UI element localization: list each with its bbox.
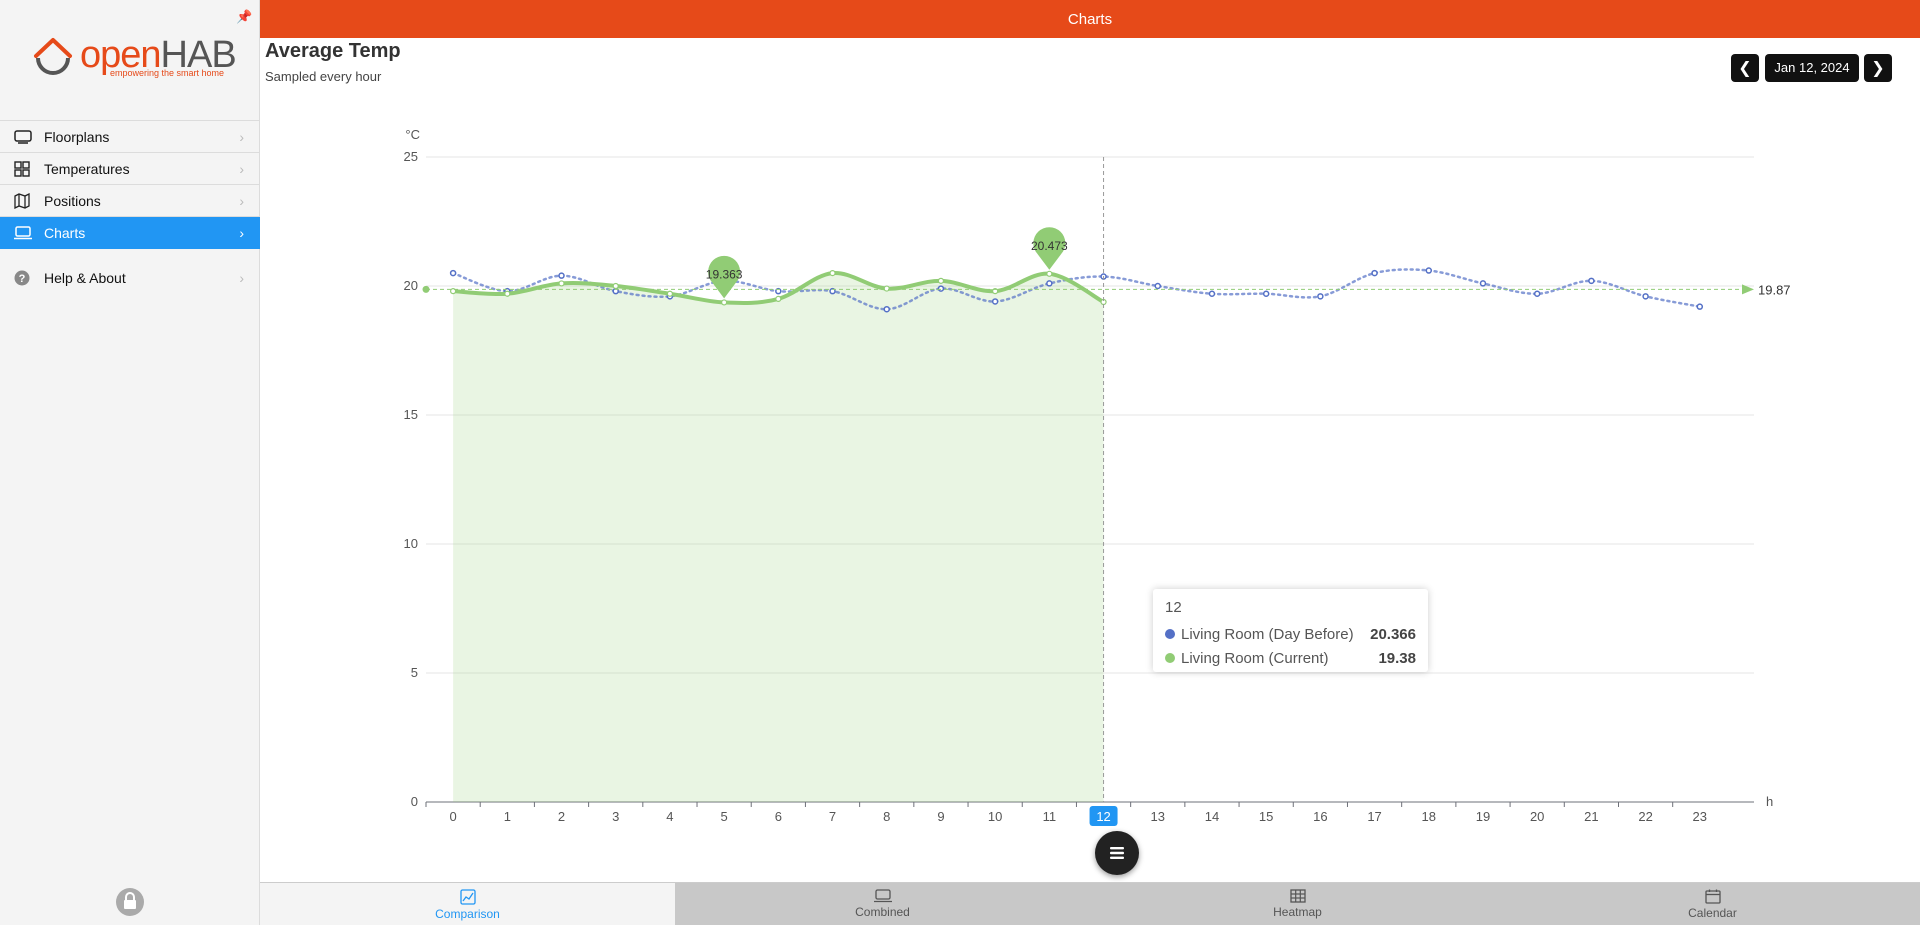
menu-fab-button[interactable] bbox=[1095, 831, 1139, 875]
series-dot-icon bbox=[1165, 653, 1175, 663]
x-tick-label: 6 bbox=[775, 809, 782, 824]
app-root: 📌 openHAB empowering the smart home Floo… bbox=[0, 0, 1920, 925]
point-day-before bbox=[1588, 277, 1595, 285]
x-tick-label: 0 bbox=[449, 809, 456, 824]
point-current bbox=[1046, 270, 1053, 277]
x-tick-label: 20 bbox=[1530, 809, 1544, 824]
point-current bbox=[829, 270, 836, 277]
point-current bbox=[721, 299, 728, 306]
bottom-tab-bar: Comparison Combined Heatmap Calendar bbox=[260, 882, 1920, 925]
x-tick-label: 19 bbox=[1476, 809, 1490, 824]
x-tick-label: 13 bbox=[1151, 809, 1165, 824]
tooltip-series-name: Living Room (Current) bbox=[1181, 649, 1329, 667]
min-marker-pin-label: 19.363 bbox=[706, 267, 743, 281]
tooltip-title: 12 bbox=[1165, 599, 1182, 616]
y-tick-label: 10 bbox=[404, 536, 418, 551]
x-tick-label: 22 bbox=[1638, 809, 1652, 824]
x-tick-label: 10 bbox=[988, 809, 1002, 824]
x-tick-label: 8 bbox=[883, 809, 890, 824]
tooltip-series-name: Living Room (Day Before) bbox=[1181, 625, 1354, 643]
point-day-before bbox=[1046, 280, 1053, 287]
point-day-before bbox=[558, 272, 565, 279]
tab-label: Heatmap bbox=[1273, 905, 1322, 919]
point-day-before bbox=[883, 305, 890, 313]
tab-heatmap[interactable]: Heatmap bbox=[1090, 883, 1505, 925]
point-day-before bbox=[1425, 267, 1433, 274]
tab-label: Calendar bbox=[1688, 906, 1737, 920]
x-axis-unit: h bbox=[1766, 794, 1773, 809]
x-tick-label: 18 bbox=[1422, 809, 1436, 824]
y-tick-label: 5 bbox=[411, 665, 418, 680]
point-day-before bbox=[1262, 290, 1270, 297]
point-day-before bbox=[937, 285, 945, 292]
point-current bbox=[666, 290, 674, 297]
average-label: 19.87 bbox=[1758, 282, 1791, 297]
point-day-before bbox=[1642, 293, 1649, 300]
tooltip-row-current: Living Room (Current) 19.38 bbox=[1165, 646, 1416, 670]
point-current bbox=[775, 295, 782, 302]
x-tick-label: 23 bbox=[1693, 809, 1707, 824]
point-day-before bbox=[1317, 293, 1324, 300]
table-icon bbox=[1289, 889, 1306, 903]
series-area-current bbox=[453, 272, 1104, 803]
calendar-icon bbox=[1704, 889, 1721, 904]
point-current bbox=[612, 282, 619, 290]
point-day-before bbox=[1696, 303, 1704, 310]
tab-calendar[interactable]: Calendar bbox=[1505, 883, 1920, 925]
chart-icon bbox=[459, 889, 476, 905]
x-tick-label: 2 bbox=[558, 809, 565, 824]
menu-icon bbox=[1110, 847, 1124, 859]
tab-label: Comparison bbox=[435, 907, 500, 921]
tab-label: Combined bbox=[855, 905, 910, 919]
point-day-before bbox=[1154, 282, 1162, 290]
average-line-start bbox=[422, 285, 430, 293]
y-tick-label: 20 bbox=[404, 278, 418, 293]
series-dot-icon bbox=[1165, 629, 1175, 639]
x-tick-label: 11 bbox=[1043, 809, 1057, 824]
x-tick-label: 12 bbox=[1096, 809, 1110, 824]
point-day-before bbox=[1371, 269, 1378, 277]
tab-combined[interactable]: Combined bbox=[675, 883, 1090, 925]
point-current bbox=[937, 277, 945, 284]
point-current bbox=[504, 290, 511, 297]
y-axis-unit: °C bbox=[405, 127, 420, 142]
x-tick-label: 5 bbox=[721, 809, 728, 824]
y-tick-label: 0 bbox=[411, 794, 418, 809]
temperature-chart[interactable]: 0510152025°Ch0 1 2 3 4 5 6 7 8 9 10 11 12 13 14 15 16 17 1… bbox=[0, 0, 1920, 925]
point-day-before bbox=[1208, 290, 1216, 297]
laptop-icon bbox=[873, 889, 892, 903]
x-tick-label: 17 bbox=[1367, 809, 1381, 824]
x-tick-label: 16 bbox=[1313, 809, 1327, 824]
y-tick-label: 15 bbox=[404, 407, 418, 422]
max-marker-pin-label: 20.473 bbox=[1031, 239, 1068, 253]
chart-tooltip: 12 Living Room (Day Before) 20.366 Livin… bbox=[1153, 589, 1428, 672]
tooltip-series-value: 20.366 bbox=[1370, 625, 1416, 643]
point-current bbox=[558, 280, 565, 287]
x-tick-label: 14 bbox=[1205, 809, 1219, 824]
tooltip-series-value: 19.38 bbox=[1378, 649, 1416, 667]
tab-comparison[interactable]: Comparison bbox=[260, 883, 675, 925]
y-tick-label: 25 bbox=[404, 149, 418, 164]
point-current bbox=[883, 285, 890, 292]
tooltip-row-day-before: Living Room (Day Before) 20.366 bbox=[1165, 622, 1416, 646]
x-tick-label: 7 bbox=[829, 809, 836, 824]
x-tick-label: 3 bbox=[612, 809, 619, 824]
point-day-before bbox=[1533, 290, 1541, 297]
x-tick-label: 4 bbox=[666, 809, 673, 824]
point-day-before bbox=[1479, 280, 1487, 287]
x-tick-label: 9 bbox=[937, 809, 944, 824]
point-day-before bbox=[449, 269, 457, 277]
x-tick-label: 21 bbox=[1584, 809, 1598, 824]
point-day-before bbox=[991, 298, 999, 305]
x-tick-label: 1 bbox=[504, 809, 511, 824]
x-tick-label: 15 bbox=[1259, 809, 1273, 824]
